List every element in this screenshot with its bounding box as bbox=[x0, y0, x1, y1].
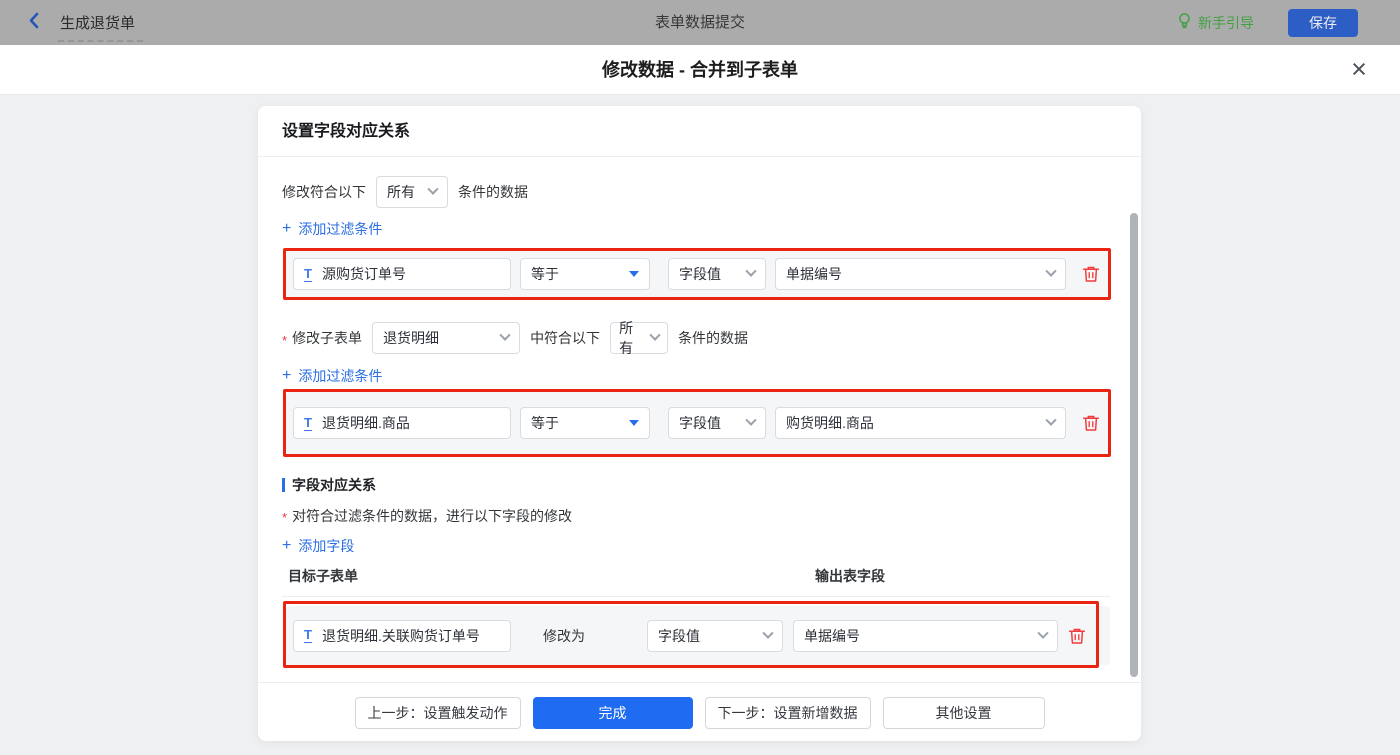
row3-field-select[interactable]: T 退货明细.关联购货订单号 bbox=[293, 619, 511, 652]
card-title: 设置字段对应关系 bbox=[258, 106, 1141, 157]
row3-value-select[interactable]: 单据编号 bbox=[793, 619, 1058, 652]
chevron-down-icon bbox=[1045, 265, 1057, 277]
filter1-match-value: 所有 bbox=[387, 184, 415, 200]
row1-value-select[interactable]: 单据编号 bbox=[775, 258, 1066, 290]
chevron-down-icon bbox=[1045, 414, 1057, 426]
row2-operator-select[interactable]: 等于 bbox=[520, 407, 650, 439]
text-field-icon: T bbox=[304, 265, 312, 282]
delete-row-icon[interactable] bbox=[1082, 414, 1100, 432]
row2-field-value: 退货明细.商品 bbox=[321, 415, 410, 431]
filter-condition-row-1: T 源购货订单号 等于 字段值 单据编号 bbox=[286, 251, 1108, 297]
chevron-down-icon bbox=[1037, 627, 1049, 639]
row2-value-select[interactable]: 购货明细.商品 bbox=[775, 407, 1066, 439]
row1-value-type-select[interactable]: 字段值 bbox=[668, 258, 766, 290]
mapping-section-header: 字段对应关系 bbox=[282, 475, 376, 495]
filter1-suffix: 条件的数据 bbox=[458, 184, 528, 200]
row3-value-type: 字段值 bbox=[658, 627, 700, 644]
plus-icon: + bbox=[282, 367, 292, 384]
modal-header: 修改数据 - 合并到子表单 × bbox=[0, 45, 1400, 95]
filter2-subform-value: 退货明细 bbox=[383, 330, 440, 346]
close-icon[interactable]: × bbox=[1342, 53, 1376, 87]
chevron-down-icon bbox=[745, 265, 757, 277]
card-body: 修改符合以下 所有 条件的数据 + 添加过滤条件 T 源购货订单号 等于 字段值… bbox=[258, 157, 1141, 682]
row1-field-value: 源购货订单号 bbox=[321, 266, 406, 282]
chevron-down-icon bbox=[762, 627, 774, 639]
screen: 生成退货单 表单数据提交 新手引导 保存 修改数据 - 合并到子表单 × 设置字… bbox=[0, 0, 1400, 755]
filter2-match-value: 所有 bbox=[619, 320, 634, 356]
settings-card: 设置字段对应关系 修改符合以下 所有 条件的数据 + 添加过滤条件 T 源购货订… bbox=[258, 106, 1141, 741]
add-filter-condition-link-2[interactable]: + 添加过滤条件 bbox=[282, 366, 382, 386]
row3-action-label: 修改为 bbox=[543, 627, 585, 644]
plus-icon: + bbox=[282, 537, 292, 554]
row3-field-value: 退货明细.关联购货订单号 bbox=[321, 627, 480, 644]
save-button[interactable]: 保存 bbox=[1288, 8, 1358, 37]
done-button[interactable]: 完成 bbox=[532, 697, 693, 729]
filter1-match-select[interactable]: 所有 bbox=[376, 176, 448, 208]
row2-value-type-select[interactable]: 字段值 bbox=[668, 407, 766, 439]
add-field-link[interactable]: + 添加字段 bbox=[282, 536, 354, 556]
delete-row-icon[interactable] bbox=[1082, 265, 1100, 283]
row1-field-select[interactable]: T 源购货订单号 bbox=[293, 258, 511, 290]
next-step-button[interactable]: 下一步：设置新增数据 bbox=[704, 697, 871, 729]
plus-icon: + bbox=[282, 220, 292, 237]
row2-operator-value: 等于 bbox=[531, 415, 559, 431]
top-bar: 生成退货单 表单数据提交 新手引导 保存 bbox=[0, 0, 1400, 45]
filter2-subform-select[interactable]: 退货明细 bbox=[372, 322, 521, 354]
column-divider bbox=[282, 596, 1110, 597]
row1-value-type: 字段值 bbox=[679, 266, 721, 282]
delete-row-icon[interactable] bbox=[1068, 627, 1086, 645]
other-settings-button[interactable]: 其他设置 bbox=[882, 697, 1045, 729]
row2-field-select[interactable]: T 退货明细.商品 bbox=[293, 407, 511, 439]
topbar-actions: 新手引导 保存 bbox=[1177, 0, 1358, 45]
beginner-guide-link[interactable]: 新手引导 bbox=[1177, 12, 1254, 33]
caret-down-icon bbox=[629, 271, 639, 277]
required-mark: * bbox=[282, 332, 288, 348]
card-footer: 上一步：设置触发动作 完成 下一步：设置新增数据 其他设置 bbox=[258, 682, 1141, 741]
section-accent-bar bbox=[282, 478, 285, 492]
filter1-prefix: 修改符合以下 bbox=[282, 184, 366, 200]
modal-title: 修改数据 - 合并到子表单 bbox=[602, 60, 798, 80]
row1-operator-select[interactable]: 等于 bbox=[520, 258, 650, 290]
row1-value: 单据编号 bbox=[786, 266, 842, 282]
add-filter-label-2: 添加过滤条件 bbox=[298, 368, 383, 384]
filter2-match-select[interactable]: 所有 bbox=[610, 320, 669, 356]
filter1-sentence: 修改符合以下 所有 条件的数据 bbox=[282, 176, 528, 208]
chevron-down-icon bbox=[499, 329, 511, 341]
row1-operator-value: 等于 bbox=[531, 266, 559, 282]
mapping-section-title: 字段对应关系 bbox=[292, 477, 376, 493]
annotation-box-2: T 退货明细.商品 等于 字段值 购货明细.商品 bbox=[283, 389, 1111, 457]
add-filter-label-1: 添加过滤条件 bbox=[298, 221, 383, 237]
mapping-description: 对符合过滤条件的数据，进行以下字段的修改 bbox=[292, 508, 573, 524]
mapping-row: T 退货明细.关联购货订单号 修改为 字段值 单据编号 bbox=[286, 606, 1110, 665]
previous-step-button[interactable]: 上一步：设置触发动作 bbox=[354, 697, 521, 729]
beginner-guide-label: 新手引导 bbox=[1198, 14, 1254, 31]
row3-value: 单据编号 bbox=[804, 627, 860, 644]
row2-value: 购货明细.商品 bbox=[786, 415, 874, 431]
mapping-description-row: * 对符合过滤条件的数据，进行以下字段的修改 bbox=[282, 506, 572, 526]
filter2-suffix: 条件的数据 bbox=[678, 330, 749, 346]
filter2-middle: 中符合以下 bbox=[530, 330, 601, 346]
filter2-sentence: * 修改子表单 退货明细 中符合以下 所有 条件的数据 bbox=[282, 320, 749, 356]
add-field-label: 添加字段 bbox=[298, 538, 355, 554]
chevron-down-icon bbox=[649, 329, 661, 341]
filter-condition-row-2: T 退货明细.商品 等于 字段值 购货明细.商品 bbox=[286, 392, 1108, 454]
add-filter-condition-link-1[interactable]: + 添加过滤条件 bbox=[282, 219, 382, 239]
row2-value-type: 字段值 bbox=[679, 415, 721, 431]
modal-body: 设置字段对应关系 修改符合以下 所有 条件的数据 + 添加过滤条件 T 源购货订… bbox=[0, 95, 1400, 755]
filter2-label: 修改子表单 bbox=[292, 330, 363, 346]
lightbulb-icon bbox=[1177, 12, 1198, 33]
column-header-target-subform: 目标子表单 bbox=[288, 568, 358, 584]
column-header-output-field: 输出表字段 bbox=[815, 568, 885, 584]
text-field-icon: T bbox=[304, 414, 312, 431]
text-field-icon: T bbox=[304, 627, 312, 643]
required-mark: * bbox=[282, 510, 288, 525]
annotation-box-1: T 源购货订单号 等于 字段值 单据编号 bbox=[283, 248, 1111, 300]
caret-down-icon bbox=[629, 420, 639, 426]
chevron-down-icon bbox=[427, 183, 439, 195]
row3-value-type-select[interactable]: 字段值 bbox=[647, 619, 783, 652]
chevron-down-icon bbox=[745, 414, 757, 426]
vertical-scrollbar[interactable] bbox=[1130, 213, 1138, 677]
